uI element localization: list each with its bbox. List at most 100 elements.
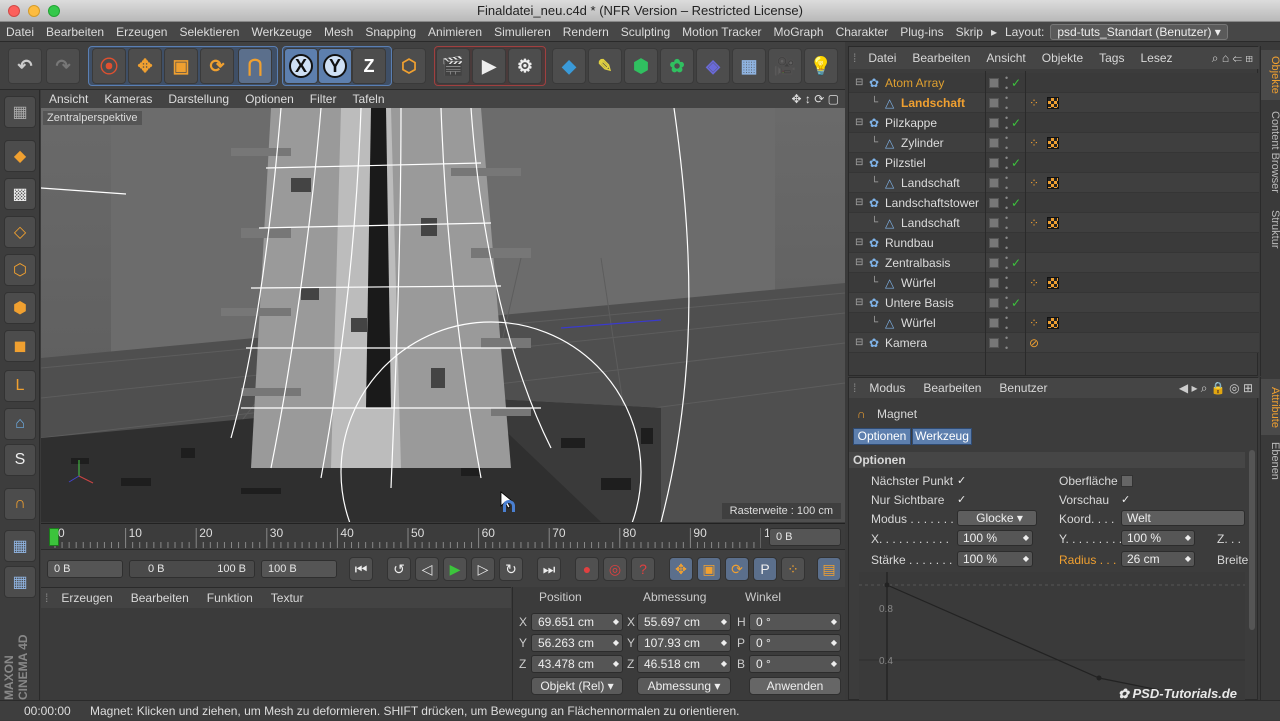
record-keys-button[interactable]: ● bbox=[575, 557, 599, 581]
enabled-check-icon[interactable]: ✓ bbox=[1011, 293, 1021, 313]
close-window-button[interactable] bbox=[8, 5, 20, 17]
visibility-dots-icon[interactable]: • • bbox=[1005, 273, 1008, 293]
coord-mode-dropdown[interactable]: Objekt (Rel) ▾ bbox=[531, 677, 623, 695]
record-position-button[interactable]: ✥ bbox=[669, 557, 693, 581]
layer-icon[interactable] bbox=[989, 78, 999, 88]
layer-icon[interactable] bbox=[989, 198, 999, 208]
expand-toggle-icon[interactable]: ⊟ bbox=[855, 113, 863, 133]
layer-icon[interactable] bbox=[989, 298, 999, 308]
menu-plugins[interactable]: Plug-ins bbox=[894, 25, 949, 39]
menu-bearbeiten[interactable]: Bearbeiten bbox=[40, 25, 110, 39]
material-menu-funktion[interactable]: Funktion bbox=[198, 591, 262, 605]
layer-icon[interactable] bbox=[989, 158, 999, 168]
menu-overflow-arrow-icon[interactable]: ▸ bbox=[989, 25, 999, 39]
material-menu-bearbeiten[interactable]: Bearbeiten bbox=[122, 591, 198, 605]
koord-dropdown[interactable]: Welt bbox=[1121, 510, 1245, 526]
rotation-field[interactable]: 0 ° ◆ bbox=[749, 613, 841, 631]
viewport-3d[interactable]: Ansicht Kameras Darstellung Optionen Fil… bbox=[41, 90, 845, 522]
nur-sichtbare-checkbox[interactable]: ✓ bbox=[957, 494, 969, 506]
end-frame-field[interactable]: 100 B bbox=[261, 560, 337, 578]
layer-icon[interactable] bbox=[989, 338, 999, 348]
expand-toggle-icon[interactable]: ⊟ bbox=[855, 153, 863, 173]
phong-tag-icon[interactable]: ⁘ bbox=[1029, 133, 1039, 153]
menu-charakter[interactable]: Charakter bbox=[830, 25, 895, 39]
object-row[interactable]: └ △ Würfel • • ⁘ bbox=[849, 273, 1259, 293]
falloff-curve-graph[interactable] bbox=[859, 572, 1245, 700]
menu-skript[interactable]: Skrip bbox=[950, 25, 989, 39]
y-axis-lock-button[interactable]: Y bbox=[318, 48, 352, 84]
viewport-menu-darstellung[interactable]: Darstellung bbox=[160, 92, 237, 106]
visibility-dots-icon[interactable]: • • bbox=[1005, 153, 1008, 173]
expand-toggle-icon[interactable]: ⊟ bbox=[855, 193, 863, 213]
timeline-ruler[interactable]: 0102030405060708090100 0 B bbox=[41, 523, 845, 549]
workplane-mode-button[interactable]: ◇ bbox=[4, 216, 36, 248]
expand-toggle-icon[interactable]: ⊟ bbox=[855, 253, 863, 273]
texture-tag-icon[interactable] bbox=[1047, 277, 1059, 289]
attribute-menu-benutzer[interactable]: Benutzer bbox=[990, 381, 1056, 395]
radius-field[interactable]: 26 cm ◆ bbox=[1121, 551, 1195, 567]
object-menu-objekte[interactable]: Objekte bbox=[1034, 51, 1091, 65]
visibility-dots-icon[interactable]: • • bbox=[1005, 333, 1008, 353]
undo-button[interactable]: ↶ bbox=[8, 48, 42, 84]
scale-tool-button[interactable]: ▣ bbox=[164, 48, 198, 84]
menu-mograph[interactable]: MoGraph bbox=[768, 25, 830, 39]
position-field[interactable]: 69.651 cm ◆ bbox=[531, 613, 623, 631]
expand-toggle-icon[interactable]: ⊟ bbox=[855, 233, 863, 253]
rotation-field[interactable]: 0 ° ◆ bbox=[749, 655, 841, 673]
tab-optionen[interactable]: Optionen bbox=[853, 428, 911, 445]
phong-tag-icon[interactable]: ⁘ bbox=[1029, 173, 1039, 193]
oberflaeche-checkbox[interactable] bbox=[1121, 475, 1133, 487]
visibility-dots-icon[interactable]: • • bbox=[1005, 313, 1008, 333]
record-rotation-button[interactable]: ⟳ bbox=[725, 557, 749, 581]
viewport-menu-optionen[interactable]: Optionen bbox=[237, 92, 302, 106]
timeline-window-button[interactable]: ▤ bbox=[817, 557, 841, 581]
layer-icon[interactable] bbox=[989, 118, 999, 128]
staerke-field[interactable]: 100 % ◆ bbox=[957, 551, 1033, 567]
render-picture-viewer-button[interactable]: ▶ bbox=[472, 48, 506, 84]
menu-animieren[interactable]: Animieren bbox=[422, 25, 488, 39]
preview-range-slider[interactable]: 0 B 100 B bbox=[129, 560, 255, 578]
size-field[interactable]: 55.697 cm ◆ bbox=[637, 613, 731, 631]
goto-prev-key-button[interactable]: ↺ bbox=[387, 557, 411, 581]
attribute-menu-bearbeiten[interactable]: Bearbeiten bbox=[914, 381, 990, 395]
position-field[interactable]: 56.263 cm ◆ bbox=[531, 634, 623, 652]
object-row[interactable]: └ △ Würfel • • ⁘ bbox=[849, 313, 1259, 333]
object-row[interactable]: ⊟ ✿ Untere Basis • • ✓ bbox=[849, 293, 1259, 313]
magnet-mode-button[interactable]: ∩ bbox=[4, 488, 36, 520]
array-generator-button[interactable]: ✿ bbox=[660, 48, 694, 84]
locked-workplane-button[interactable]: ▦ bbox=[4, 566, 36, 598]
visibility-dots-icon[interactable]: • • bbox=[1005, 93, 1008, 113]
visibility-dots-icon[interactable]: • • bbox=[1005, 193, 1008, 213]
object-row[interactable]: ⊟ ✿ Landschaftstower • • ✓ bbox=[849, 193, 1259, 213]
attribute-scrollbar[interactable] bbox=[1249, 450, 1255, 630]
sidetab-content-browser[interactable]: Content Browser bbox=[1261, 104, 1280, 200]
workplane-grid-button[interactable]: ▦ bbox=[4, 530, 36, 562]
protection-tag-icon[interactable]: ⊘ bbox=[1029, 333, 1039, 353]
z-axis-lock-button[interactable]: Z bbox=[352, 48, 386, 84]
object-row[interactable]: ⊟ ✿ Kamera • • ⊘ bbox=[849, 333, 1259, 353]
viewport-menu-filter[interactable]: Filter bbox=[302, 92, 345, 106]
y-scale-field[interactable]: 100 % ◆ bbox=[1121, 530, 1195, 546]
record-point-level-button[interactable]: ⁘ bbox=[781, 557, 805, 581]
render-view-button[interactable]: 🎬 bbox=[436, 48, 470, 84]
tweak-mode-button[interactable]: ⌂ bbox=[4, 408, 36, 440]
menu-datei[interactable]: Datei bbox=[0, 25, 40, 39]
enabled-check-icon[interactable]: ✓ bbox=[1011, 73, 1021, 93]
current-frame-field[interactable]: 0 B bbox=[769, 528, 841, 546]
points-mode-button[interactable]: ⬡ bbox=[4, 254, 36, 286]
goto-start-button[interactable]: ⏮ bbox=[349, 557, 373, 581]
viewport-menu-kameras[interactable]: Kameras bbox=[96, 92, 160, 106]
sidetab-attribute[interactable]: Attribute bbox=[1261, 379, 1280, 435]
visibility-dots-icon[interactable]: • • bbox=[1005, 213, 1008, 233]
visibility-dots-icon[interactable]: • • bbox=[1005, 233, 1008, 253]
layer-icon[interactable] bbox=[989, 258, 999, 268]
enabled-check-icon[interactable]: ✓ bbox=[1011, 153, 1021, 173]
start-frame-field[interactable]: 0 B bbox=[47, 560, 123, 578]
visibility-dots-icon[interactable]: • • bbox=[1005, 293, 1008, 313]
live-selection-tool-button[interactable]: ⦿ bbox=[92, 48, 126, 84]
model-mode-button[interactable]: ◆ bbox=[4, 140, 36, 172]
texture-mode-button[interactable]: ▩ bbox=[4, 178, 36, 210]
layer-icon[interactable] bbox=[989, 318, 999, 328]
move-tool-button[interactable]: ✥ bbox=[128, 48, 162, 84]
expand-toggle-icon[interactable]: ⊟ bbox=[855, 333, 863, 353]
